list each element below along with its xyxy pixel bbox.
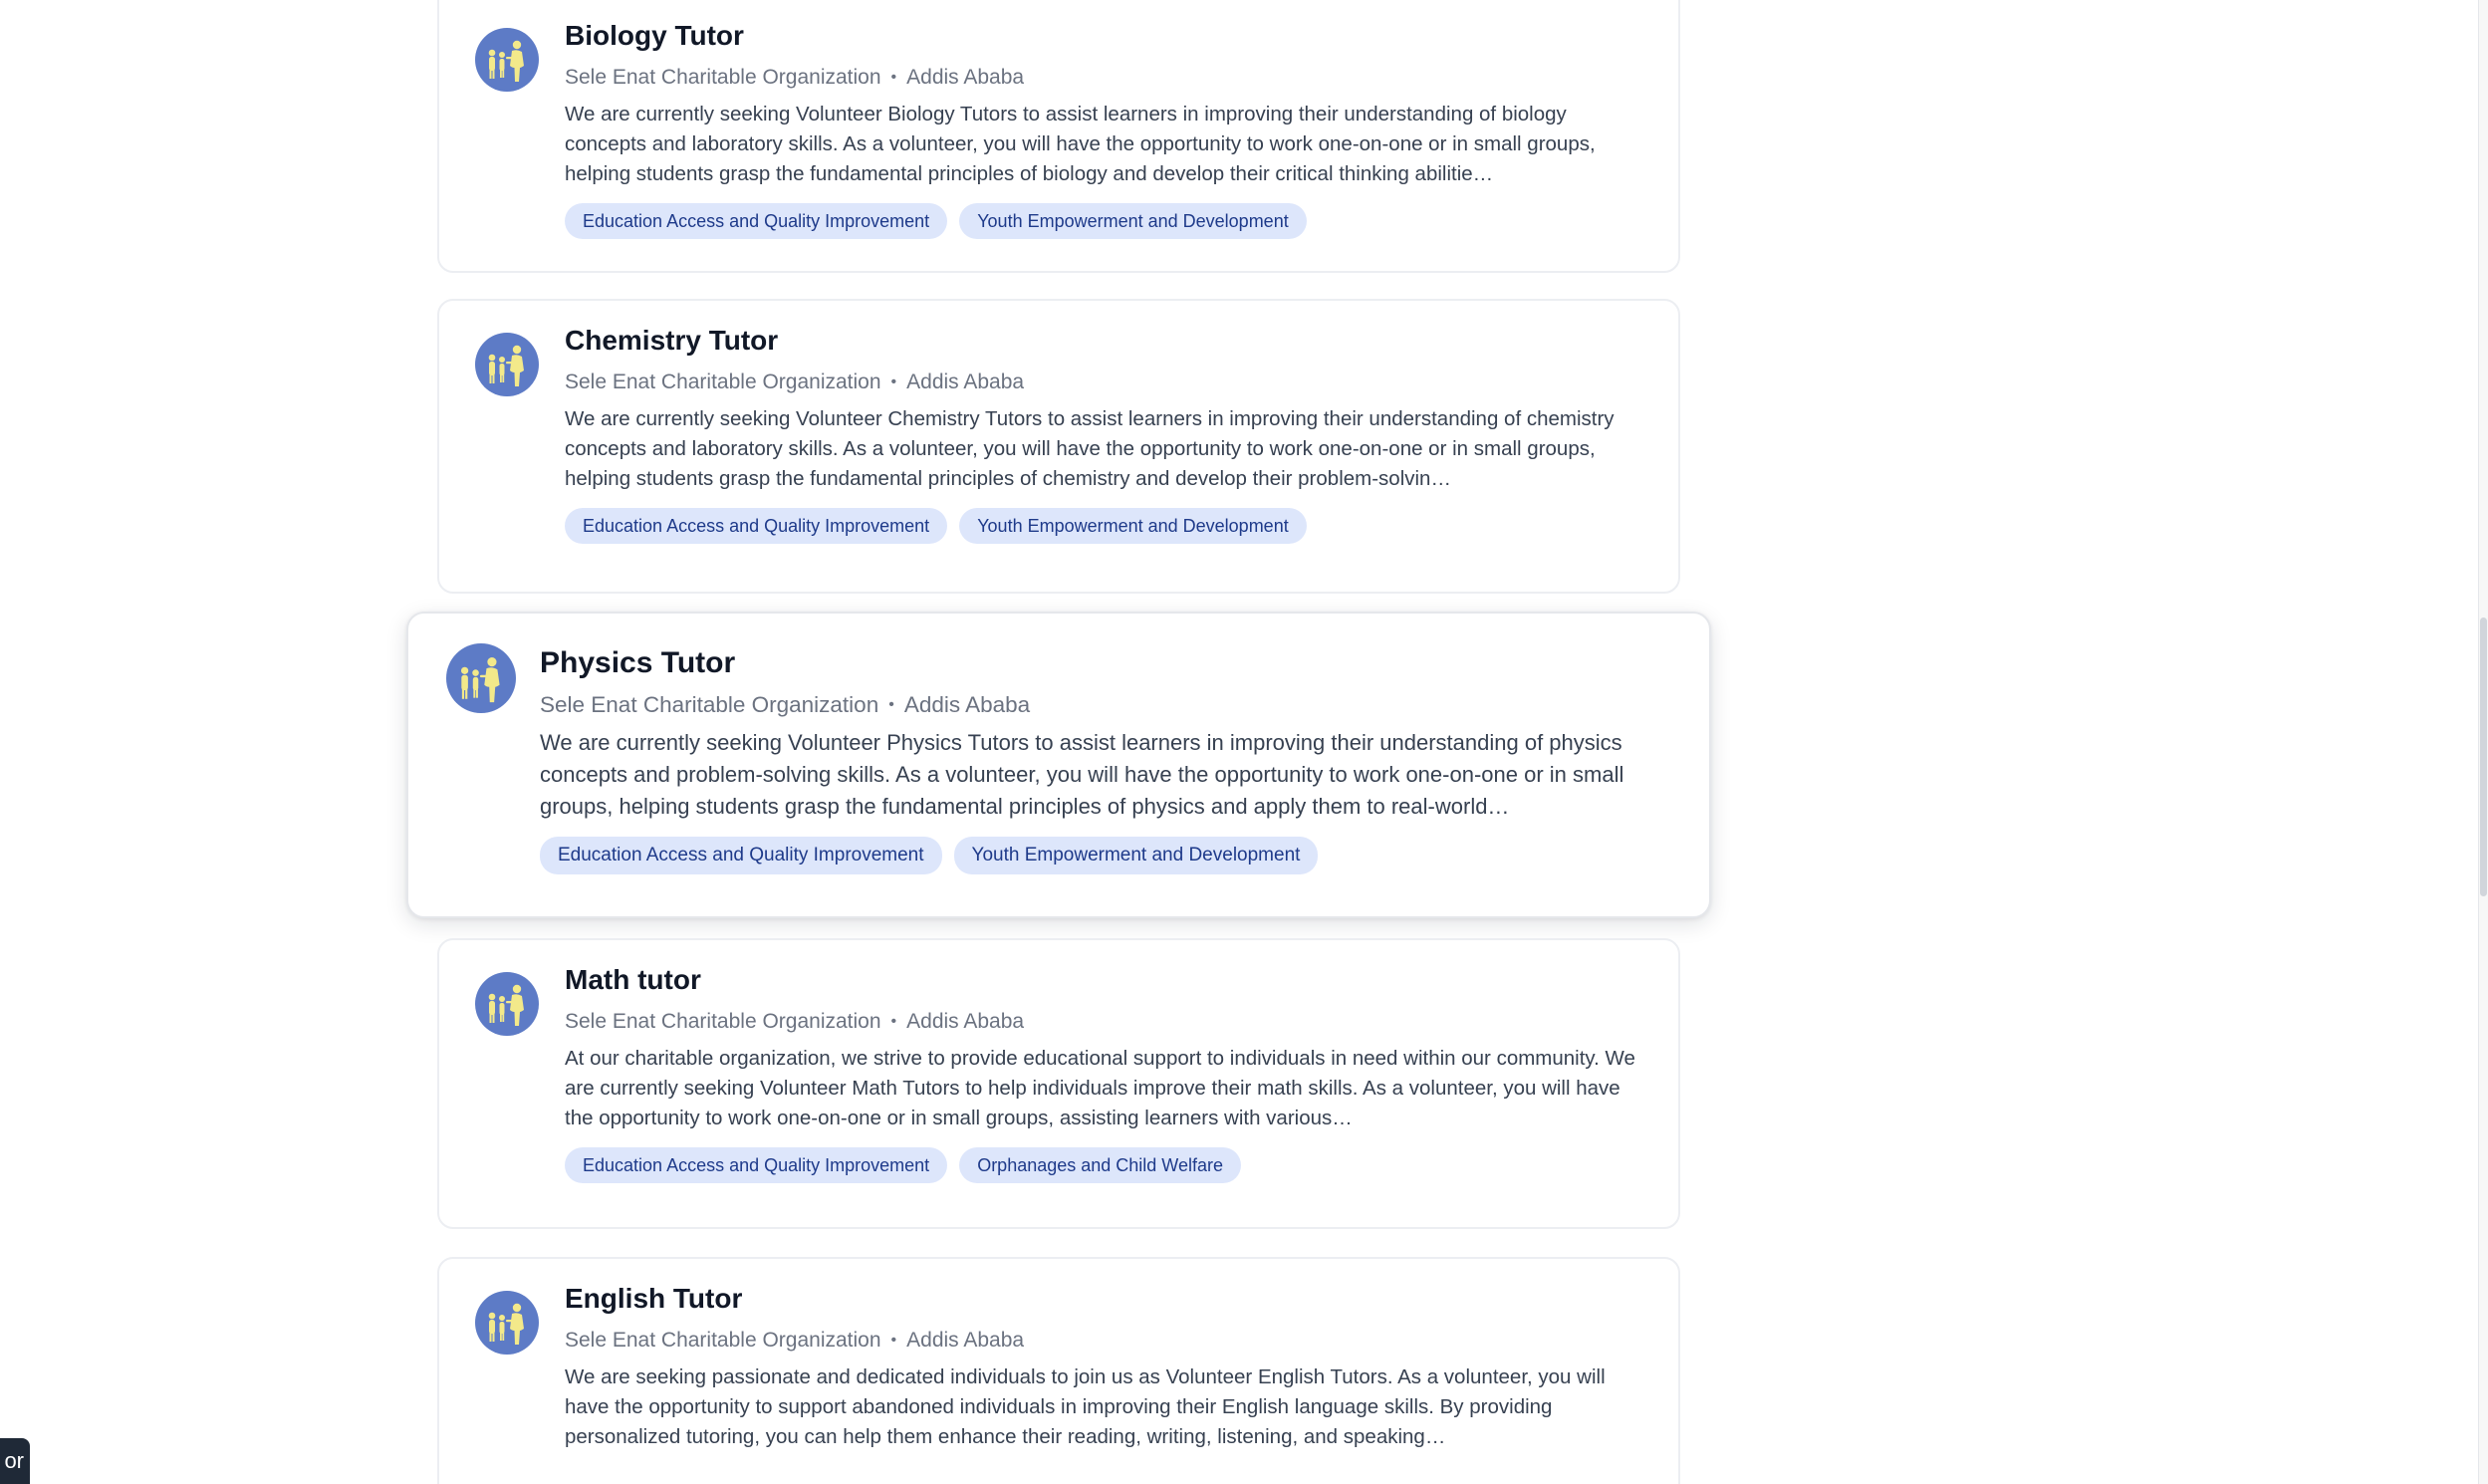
cause-tag[interactable]: Orphanages and Child Welfare xyxy=(959,1147,1242,1183)
listing-meta: Sele Enat Charitable Organization • Addi… xyxy=(540,687,1681,723)
family-icon xyxy=(475,333,539,396)
listing-description: At our charitable organization, we striv… xyxy=(565,1047,1635,1129)
meta-separator: • xyxy=(890,1013,897,1030)
cause-tag[interactable]: Youth Empowerment and Development xyxy=(953,837,1319,874)
organization-name[interactable]: Sele Enat Charitable Organization xyxy=(565,365,881,400)
cause-tag[interactable]: Youth Empowerment and Development xyxy=(959,508,1307,544)
scrollbar[interactable] xyxy=(2478,0,2488,1484)
listing-description: We are seeking passionate and dedicated … xyxy=(565,1365,1606,1448)
scrollbar-thumb[interactable] xyxy=(2480,618,2487,896)
listing-description: We are currently seeking Volunteer Biolo… xyxy=(565,103,1596,185)
meta-separator: • xyxy=(890,373,897,390)
floating-chip[interactable]: or xyxy=(0,1438,30,1484)
cause-tag[interactable]: Youth Empowerment and Development xyxy=(959,203,1307,239)
organization-name[interactable]: Sele Enat Charitable Organization xyxy=(565,1323,881,1359)
listing-location: Addis Ababa xyxy=(903,692,1031,717)
listing-meta: Sele Enat Charitable Organization • Addi… xyxy=(565,365,1650,400)
tag-list: Education Access and Quality Improvement… xyxy=(565,203,1650,239)
cause-tag[interactable]: Education Access and Quality Improvement xyxy=(565,1147,948,1183)
meta-separator: • xyxy=(888,696,894,713)
listing-description: We are currently seeking Volunteer Physi… xyxy=(540,730,1624,819)
floating-chip-label: or xyxy=(4,1448,24,1473)
opportunity-feed: Biology Tutor Sele Enat Charitable Organ… xyxy=(0,0,2488,1484)
organization-name[interactable]: Sele Enat Charitable Organization xyxy=(540,687,878,723)
family-icon xyxy=(475,28,539,92)
listing-title[interactable]: Math tutor xyxy=(565,960,1650,1000)
cause-tag[interactable]: Education Access and Quality Improvement xyxy=(565,203,948,239)
organization-name[interactable]: Sele Enat Charitable Organization xyxy=(565,1004,881,1040)
cause-tag[interactable]: Education Access and Quality Improvement xyxy=(540,837,942,874)
tag-list: Education Access and Quality Improvement… xyxy=(565,508,1650,544)
organization-name[interactable]: Sele Enat Charitable Organization xyxy=(565,60,881,96)
listing-title[interactable]: English Tutor xyxy=(565,1279,1650,1319)
listing-location: Addis Ababa xyxy=(906,1329,1025,1352)
family-icon xyxy=(446,643,516,713)
opportunity-card-physics-tutor[interactable]: Physics Tutor Sele Enat Charitable Organ… xyxy=(406,612,1711,918)
opportunity-card-biology-tutor[interactable]: Biology Tutor Sele Enat Charitable Organ… xyxy=(437,0,1680,273)
listing-description: We are currently seeking Volunteer Chemi… xyxy=(565,407,1615,490)
listing-location: Addis Ababa xyxy=(906,1010,1025,1033)
listing-meta: Sele Enat Charitable Organization • Addi… xyxy=(565,60,1650,96)
listing-meta: Sele Enat Charitable Organization • Addi… xyxy=(565,1323,1650,1359)
listing-location: Addis Ababa xyxy=(906,66,1025,89)
listing-title[interactable]: Chemistry Tutor xyxy=(565,321,1650,361)
cause-tag[interactable]: Education Access and Quality Improvement xyxy=(565,508,948,544)
opportunity-card-chemistry-tutor[interactable]: Chemistry Tutor Sele Enat Charitable Org… xyxy=(437,299,1680,594)
meta-separator: • xyxy=(890,1332,897,1349)
tag-list: Education Access and Quality Improvement… xyxy=(565,1147,1650,1183)
listing-title[interactable]: Physics Tutor xyxy=(540,643,1681,683)
listing-location: Addis Ababa xyxy=(906,371,1025,393)
listing-meta: Sele Enat Charitable Organization • Addi… xyxy=(565,1004,1650,1040)
opportunity-card-math-tutor[interactable]: Math tutor Sele Enat Charitable Organiza… xyxy=(437,938,1680,1229)
opportunity-card-english-tutor[interactable]: English Tutor Sele Enat Charitable Organ… xyxy=(437,1257,1680,1484)
meta-separator: • xyxy=(890,69,897,86)
tag-list: Education Access and Quality Improvement… xyxy=(540,837,1681,874)
listing-title[interactable]: Biology Tutor xyxy=(565,16,1650,56)
family-icon xyxy=(475,1291,539,1355)
family-icon xyxy=(475,972,539,1036)
